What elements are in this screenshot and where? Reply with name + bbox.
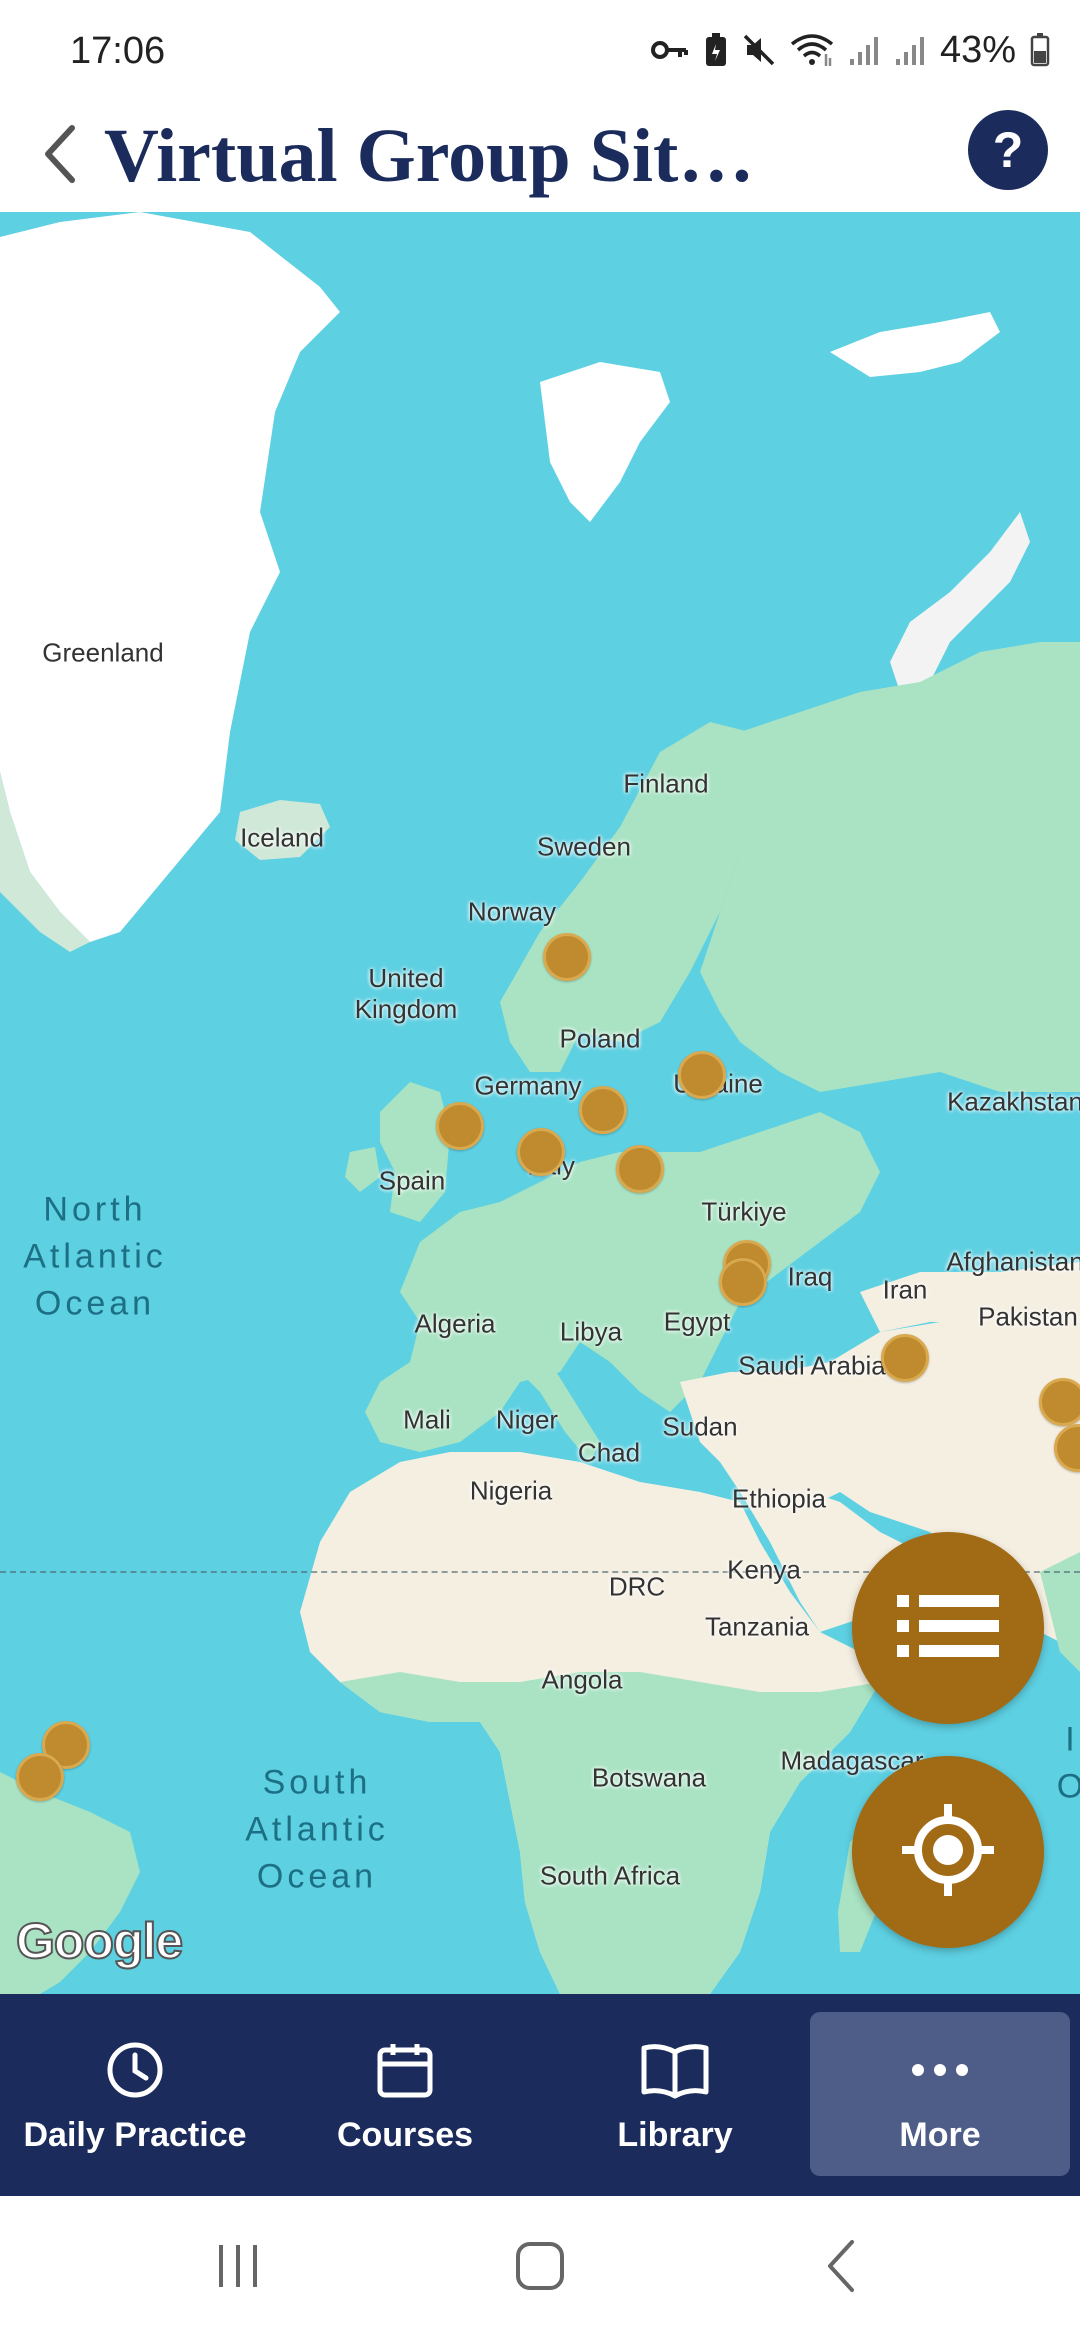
map-label-egypt: Egypt (663, 1306, 731, 1337)
back-button[interactable] (30, 116, 90, 196)
battery-percent: 43% (939, 28, 1016, 71)
map-label-botswana: Botswana (591, 1762, 707, 1793)
system-back-button[interactable] (802, 2236, 882, 2300)
battery-saver-icon (704, 32, 728, 68)
map-label-niger: Niger (495, 1404, 559, 1435)
recent-apps-button[interactable] (198, 2236, 278, 2300)
group-marker[interactable] (543, 933, 591, 981)
back-icon (822, 2238, 862, 2299)
map-label-norway: Norway (467, 896, 557, 927)
nav-label-daily-practice: Daily Practice (23, 2116, 247, 2154)
clock-icon (105, 2038, 165, 2102)
page-title: Virtual Group Sit… (104, 114, 755, 198)
group-marker[interactable] (719, 1258, 767, 1306)
nav-label-library: Library (617, 2116, 733, 2154)
map-label-sudan: Sudan (662, 1411, 738, 1442)
group-marker[interactable] (579, 1086, 627, 1134)
map-label-greenland: Greenland (42, 637, 164, 668)
nav-item-daily-practice[interactable]: Daily Practice (0, 2012, 270, 2176)
signal-icon (848, 33, 880, 67)
signal-icon (894, 33, 926, 67)
ocean-label-north-atlantic: North Atlantic Ocean (23, 1190, 167, 1323)
nav-item-courses[interactable]: Courses (270, 2012, 540, 2176)
map-label-indian-ocean-partial-2: O (1056, 1767, 1080, 1806)
map-land (0, 212, 1080, 1994)
map-label-afghanistan: Afghanistan (946, 1246, 1080, 1277)
map-label-saudi-arabia: Saudi Arabia (738, 1350, 886, 1381)
system-nav-bar (0, 2196, 1080, 2340)
map-label-libya: Libya (559, 1316, 623, 1347)
map-label-drc: DRC (608, 1571, 666, 1602)
map-label-kenya: Kenya (727, 1554, 801, 1585)
map-label-angola: Angola (541, 1664, 623, 1695)
ocean-label-south-atlantic: South Atlantic Ocean (245, 1763, 389, 1896)
map-label-kazakhstan: Kazakhstan (947, 1086, 1080, 1117)
nav-item-library[interactable]: Library (540, 2012, 810, 2176)
app-header: Virtual Group Sit… (0, 100, 1080, 212)
more-dots-icon (910, 2038, 970, 2102)
map-label-indian-ocean-partial-1: I (1065, 1720, 1075, 1759)
map-label-sweden: Sweden (537, 831, 631, 862)
group-marker[interactable] (16, 1753, 64, 1801)
nav-label-courses: Courses (336, 2116, 474, 2154)
wifi-icon (790, 32, 834, 68)
map-label-iran: Iran (882, 1274, 928, 1305)
calendar-icon (375, 2038, 435, 2102)
nav-item-more[interactable]: More (810, 2012, 1070, 2176)
map-label-iraq: Iraq (787, 1261, 833, 1292)
group-marker[interactable] (517, 1128, 565, 1176)
map-label-nigeria: Nigeria (469, 1475, 553, 1506)
google-attribution: Google (15, 1912, 184, 1970)
book-icon (640, 2038, 710, 2102)
nav-label-more: More (899, 2116, 981, 2154)
group-marker[interactable] (881, 1334, 929, 1382)
list-view-button[interactable] (852, 1532, 1044, 1724)
map-label-mali: Mali (403, 1404, 451, 1435)
map-label-finland: Finland (623, 768, 709, 799)
group-marker[interactable] (678, 1051, 726, 1099)
map-label-chad: Chad (577, 1437, 641, 1468)
map-label-ethiopia: Ethiopia (732, 1483, 826, 1514)
question-icon: ? (992, 122, 1024, 178)
group-marker[interactable] (1039, 1378, 1080, 1426)
my-location-icon (898, 1800, 998, 1905)
list-icon (895, 1591, 1001, 1666)
map-label-south-africa: South Africa (539, 1860, 681, 1891)
map-label-pakistan: Pakistan (978, 1301, 1078, 1332)
home-button[interactable] (500, 2236, 580, 2300)
map-label-tanzania: Tanzania (704, 1611, 810, 1642)
status-bar: 17:06 43% (0, 0, 1080, 100)
vpn-key-icon (650, 35, 690, 65)
map-label-algeria: Algeria (414, 1308, 496, 1339)
map-label-iceland: Iceland (240, 822, 324, 853)
home-icon (514, 2240, 566, 2297)
map-label-poland: Poland (559, 1023, 641, 1054)
my-location-button[interactable] (852, 1756, 1044, 1948)
status-icons: 43% (650, 28, 1050, 72)
mute-icon (742, 33, 776, 67)
chevron-left-icon (40, 122, 80, 191)
bottom-nav: Daily Practice Courses Library More (0, 1994, 1080, 2196)
map-label-spain: Spain (378, 1165, 446, 1196)
status-time: 17:06 (70, 30, 166, 72)
map-label-turkiye: Türkiye (701, 1196, 787, 1227)
group-marker[interactable] (616, 1145, 664, 1193)
recent-apps-icon (213, 2241, 263, 2296)
group-marker[interactable] (436, 1102, 484, 1150)
map-label-germany: Germany (474, 1070, 582, 1101)
help-button[interactable]: ? (968, 110, 1048, 190)
map-label-united-kingdom: United Kingdom (354, 963, 458, 1024)
battery-icon (1030, 33, 1050, 67)
map-view[interactable]: North Atlantic Ocean South Atlantic Ocea… (0, 212, 1080, 1994)
